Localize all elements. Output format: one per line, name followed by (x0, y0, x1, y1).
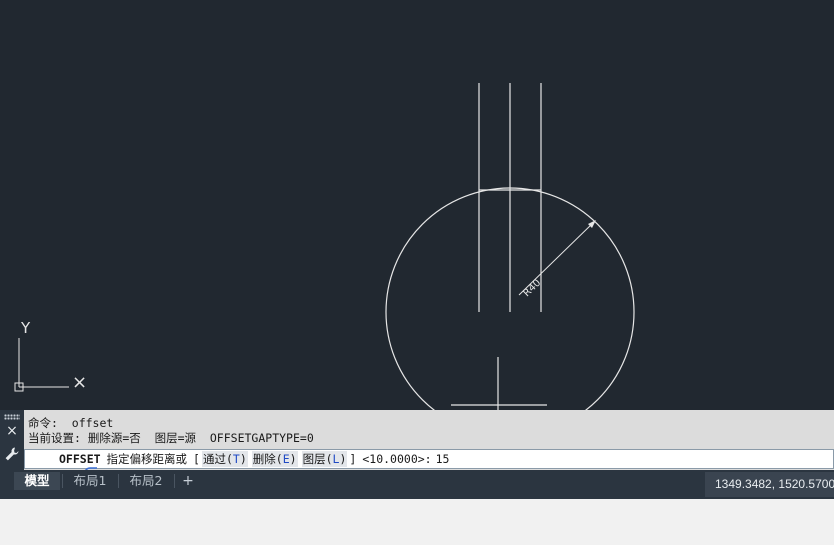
option-close: ) (239, 452, 247, 466)
command-window: × 命令: offset 当前设置: 删除源=否 图层=源 OFFSETGAPT… (0, 410, 834, 479)
tab-model[interactable]: 模型 (14, 472, 60, 490)
tab-divider (62, 474, 63, 488)
option-close: ) (339, 452, 347, 466)
command-line[interactable]: OFFSET 指定偏移距离或 [ 通过(T) 删除(E) 图层(L) ] <10… (24, 449, 834, 479)
tab-divider (174, 474, 175, 488)
option-key: E (282, 452, 290, 466)
option-label: 图层( (302, 452, 333, 466)
option-label: 通过( (202, 452, 233, 466)
status-bar: 模型 布局1 布局2 + 1349.3482, 1520.5700 (0, 470, 834, 499)
grip-icon[interactable] (4, 414, 20, 420)
coordinate-readout[interactable]: 1349.3482, 1520.5700 (705, 472, 834, 497)
dimension-label: R40 (521, 278, 543, 300)
wrench-icon[interactable] (4, 446, 20, 462)
bracket-close: ] (349, 452, 357, 466)
close-icon[interactable]: × (4, 423, 20, 439)
cad-application: R40 Y × × 命令: offset 当前设置: 删除源=否 图层=源 OF… (0, 0, 834, 545)
option-label: 删除( (252, 452, 283, 466)
recent-commands-button[interactable] (25, 450, 110, 479)
drawing-svg[interactable]: R40 Y × (0, 0, 834, 410)
ucs-icon: Y × (14, 319, 87, 393)
tab-divider (118, 474, 119, 488)
drawing-canvas[interactable]: R40 Y × (0, 0, 834, 410)
command-history-line: 当前设置: 删除源=否 图层=源 OFFSETGAPTYPE=0 (28, 431, 314, 445)
add-layout-button[interactable]: + (178, 472, 198, 490)
option-layer[interactable]: 图层(L) (301, 451, 348, 467)
default-value: <10.0000>: (362, 452, 432, 466)
command-window-handle[interactable]: × (0, 410, 24, 470)
ucs-y-label: Y (20, 319, 31, 337)
ucs-x-label: × (72, 372, 87, 393)
option-close: ) (289, 452, 297, 466)
option-through[interactable]: 通过(T) (201, 451, 248, 467)
command-history-line: 命令: offset (28, 416, 114, 430)
command-input[interactable] (435, 451, 496, 467)
bracket-open: [ (193, 452, 200, 466)
tab-layout1[interactable]: 布局1 (64, 472, 116, 490)
prompt-text: 指定偏移距离或 (106, 452, 188, 466)
option-erase[interactable]: 删除(E) (251, 451, 298, 467)
option-key: T (232, 452, 240, 466)
tab-layout2[interactable]: 布局2 (120, 472, 172, 490)
